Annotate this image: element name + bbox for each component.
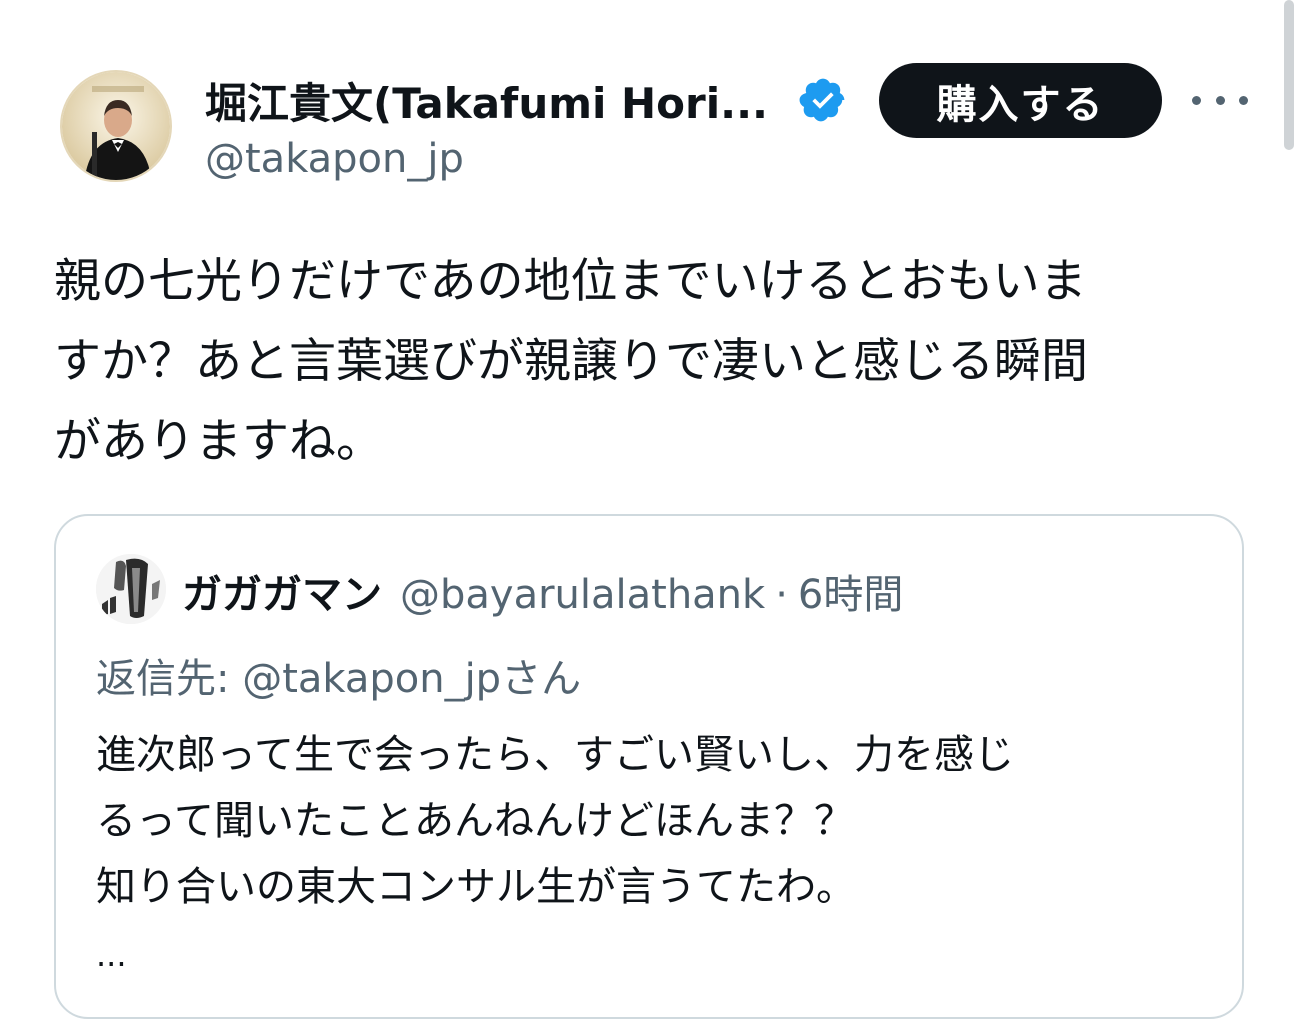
author-display-name[interactable]: 堀江貴文(Takafumi Hori... [205,70,768,131]
quoted-tweet-time[interactable]: 6時間 [798,562,903,620]
more-options-icon[interactable] [1192,82,1248,118]
author-avatar[interactable] [60,70,172,182]
avatar-photo-icon [62,72,170,180]
subscribe-button[interactable]: 購入する [879,63,1162,138]
quoted-author-handle[interactable]: @bayarulalathank [400,572,765,618]
tweet-text: 親の七光りだけであの地位までいけるとおもいま すか？あと言葉選びが親譲りで凄いと… [54,254,1088,469]
quoted-author-avatar[interactable] [96,554,166,624]
truncation-ellipsis: ... [96,936,127,974]
dot [1239,95,1248,105]
author-handle[interactable]: @takapon_jp [205,136,464,182]
quoted-author-name[interactable]: ガガガマン [182,562,382,620]
author-header: 堀江貴文(Takafumi Hori... [205,70,848,130]
quoted-tweet-card[interactable]: ガガガマン @bayarulalathank · 6時間 返信先: @takap… [54,514,1244,1019]
quoted-tweet-header: ガガガマン @bayarulalathank · 6時間 [182,562,903,620]
scrollbar[interactable] [1284,0,1294,150]
quoted-tweet-text: 進次郎って生で会ったら、すごい賢いし、力を感じ るって聞いたことあんねんけどほん… [96,732,1014,910]
replying-to: 返信先: @takapon_jpさん [96,656,582,702]
dot [1192,95,1201,105]
verified-badge-icon [799,78,845,122]
tweet-page: 堀江貴文(Takafumi Hori... @takapon_jp 購入する 親… [0,0,1300,1035]
quoted-avatar-icon [96,554,166,624]
separator-dot: · [775,572,788,618]
dot [1215,95,1225,105]
